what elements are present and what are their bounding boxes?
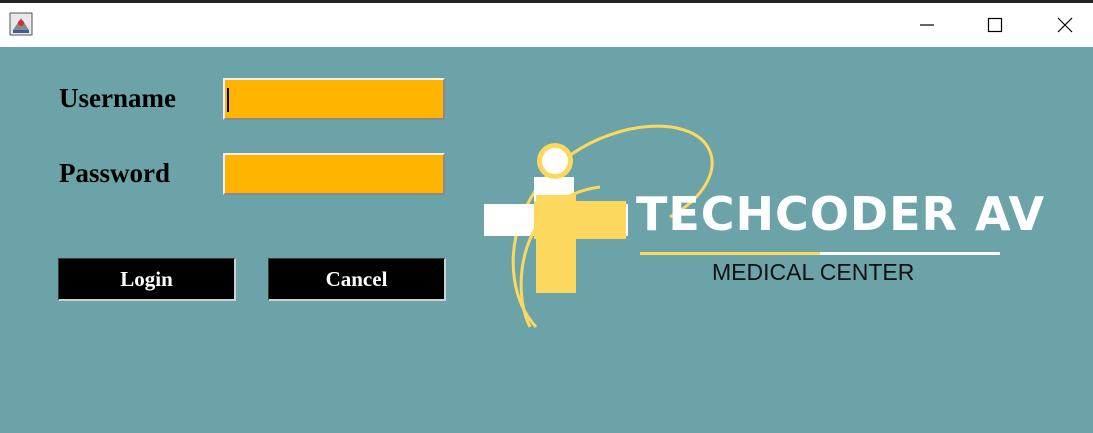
text-caret	[227, 88, 229, 112]
close-icon	[1057, 17, 1073, 33]
brand-subtitle: MEDICAL CENTER	[712, 259, 915, 285]
login-button[interactable]: Login	[58, 258, 236, 301]
maximize-button[interactable]	[960, 3, 1030, 47]
login-panel: Username Password Login Cancel TECHCODER…	[0, 47, 1093, 433]
password-label: Password	[59, 158, 171, 188]
login-window: Username Password Login Cancel TECHCODER…	[0, 0, 1093, 433]
logo-cross	[534, 195, 626, 293]
cancel-button[interactable]: Cancel	[268, 258, 446, 301]
maximize-icon	[987, 17, 1003, 33]
logo-underline-accent	[640, 252, 820, 255]
logo-underline	[820, 252, 1000, 255]
close-button[interactable]	[1030, 3, 1093, 47]
username-field[interactable]	[223, 78, 445, 120]
username-label: Username	[59, 83, 176, 113]
title-bar[interactable]	[0, 3, 1093, 47]
minimize-icon	[920, 24, 934, 26]
brand-name: TECHCODER AV	[636, 187, 1046, 241]
logo-head-inner	[542, 148, 568, 174]
minimize-button[interactable]	[892, 3, 962, 47]
password-field[interactable]	[223, 153, 445, 195]
java-app-icon	[9, 12, 33, 36]
